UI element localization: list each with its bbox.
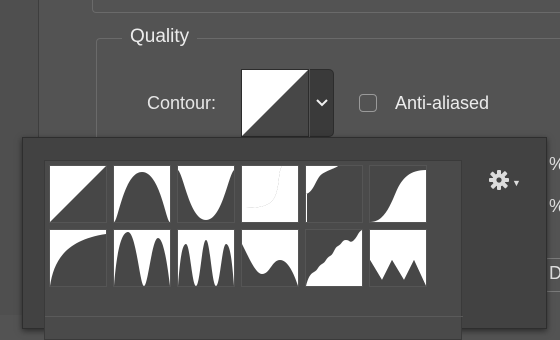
contour-linear-icon (242, 70, 308, 136)
divider (45, 316, 463, 317)
contour-preset-linear[interactable] (49, 165, 107, 223)
contour-gaussian-icon (306, 166, 338, 222)
contour-preset-cone[interactable] (113, 165, 171, 223)
contour-cone-icon (114, 166, 170, 222)
percent-label: % (549, 196, 560, 217)
contour-preset-half-round[interactable] (369, 165, 427, 223)
contour-preview-button[interactable] (241, 69, 309, 137)
contour-ring-triple-icon (178, 230, 234, 286)
caret-down-icon: ▼ (512, 178, 521, 188)
contour-half-round-icon (370, 170, 426, 222)
contour-rounded-steps-icon (306, 230, 362, 286)
contour-preset-cove-deep[interactable] (177, 165, 235, 223)
settings-menu-button[interactable]: ▼ (488, 169, 522, 193)
divider (38, 0, 39, 140)
contour-cove-shallow-icon (242, 166, 298, 222)
contour-ring-double-icon (114, 230, 170, 286)
contour-preset-gaussian[interactable] (305, 165, 363, 223)
contour-preset-grid (44, 160, 463, 340)
anti-aliased-label: Anti-aliased (395, 93, 490, 113)
contour-preset-ring-double[interactable] (113, 229, 171, 287)
contour-preset-cove-shallow[interactable] (241, 165, 299, 223)
contour-preset-ring-triple[interactable] (177, 229, 235, 287)
contour-preset-sawtooth[interactable] (369, 229, 427, 287)
contour-cove-deep-icon (178, 166, 234, 220)
contour-picker-popup: ▼ (22, 137, 547, 340)
contour-sawtooth-icon (370, 230, 426, 286)
contour-dropdown-button[interactable] (310, 69, 334, 137)
contour-linear-icon (50, 166, 106, 222)
contour-preset-ring[interactable] (49, 229, 107, 287)
contour-preset-rolling-slope[interactable] (241, 229, 299, 287)
contour-preset-rounded-steps[interactable] (305, 229, 363, 287)
contour-rolling-slope-icon (242, 230, 298, 286)
group-title: Quality (122, 26, 198, 48)
contour-ring-icon (50, 230, 106, 286)
percent-label: % (549, 154, 560, 175)
upper-group-frame (92, 0, 560, 13)
anti-aliased-checkbox[interactable] (359, 94, 377, 112)
gear-icon (489, 170, 509, 190)
chevron-down-icon (315, 99, 328, 107)
contour-label: Contour: (147, 93, 217, 113)
